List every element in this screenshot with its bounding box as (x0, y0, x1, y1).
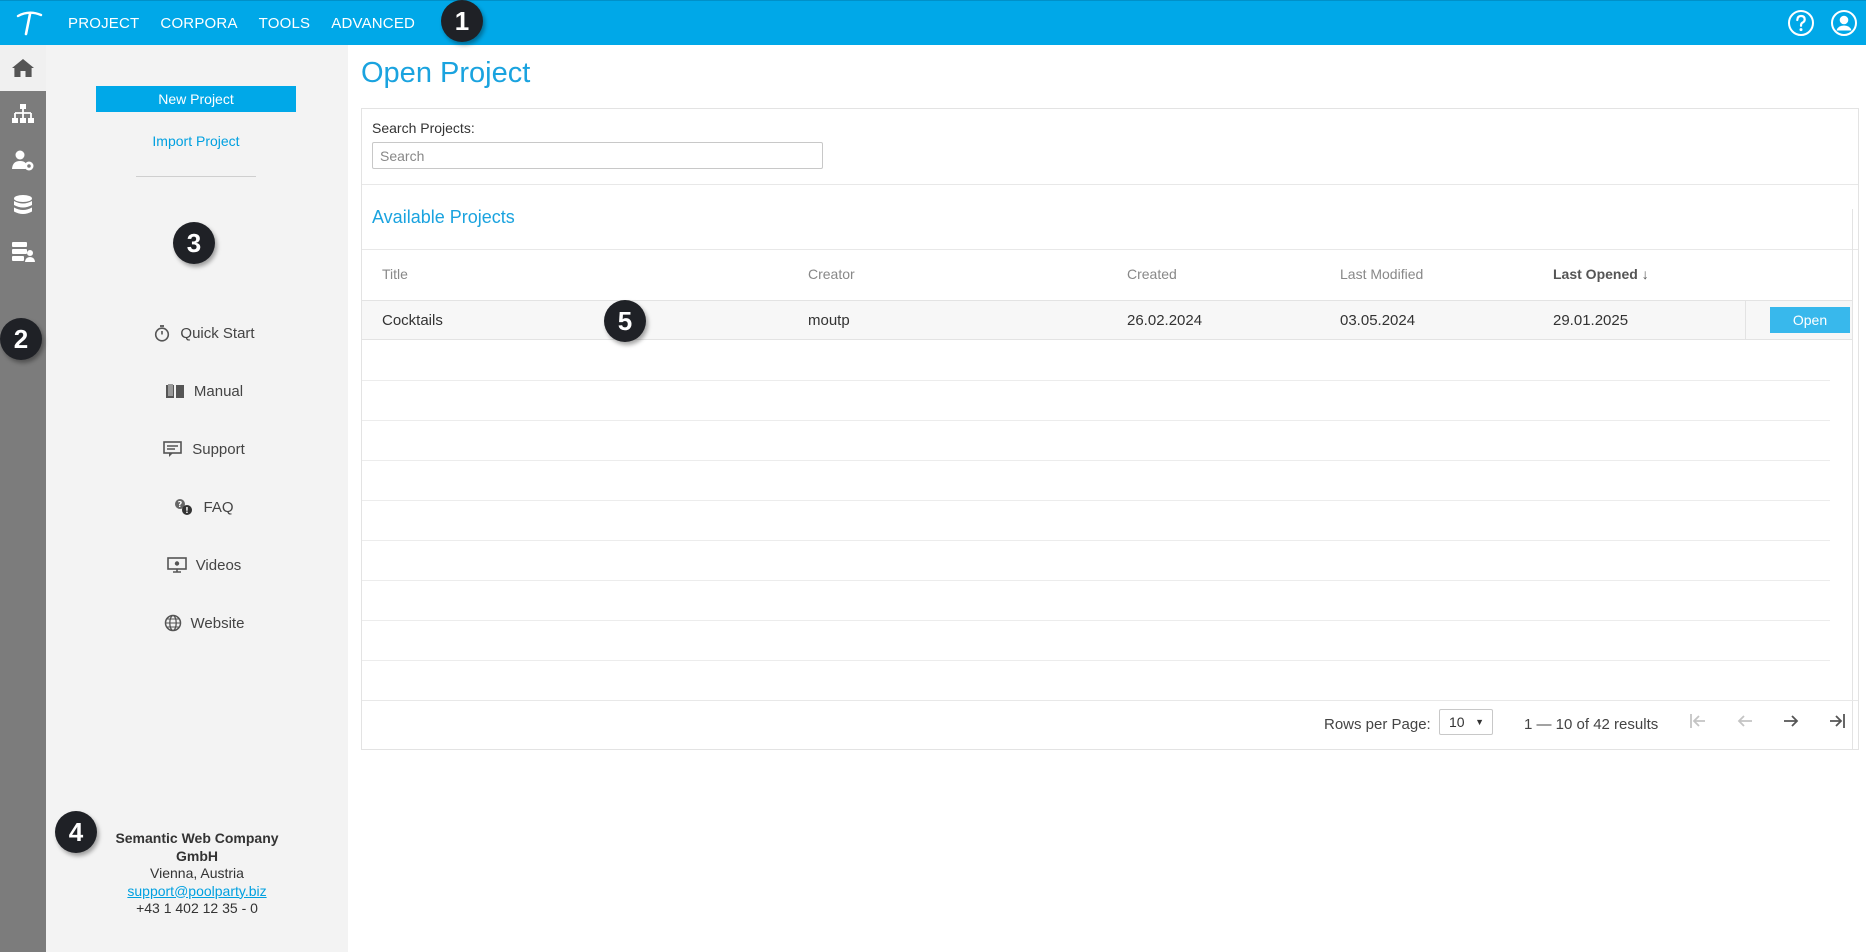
help-label: Support (192, 440, 245, 458)
help-label: Videos (195, 556, 242, 574)
divider (362, 620, 1830, 621)
help-label: Quick Start (180, 324, 255, 342)
rail-database[interactable] (0, 183, 46, 229)
help-quick-start[interactable]: Quick Start (46, 318, 348, 348)
cell-title: Cocktails (382, 312, 443, 329)
projects-card: Search Projects: Available Projects Titl… (361, 108, 1859, 750)
logo-icon[interactable] (14, 7, 44, 37)
help-label: Manual (193, 382, 244, 400)
monitor-icon (166, 557, 187, 573)
sort-arrow-icon: ↓ (1641, 266, 1649, 282)
company-phone: +43 1 402 12 35 - 0 (136, 900, 258, 916)
cell-last-modified: 03.05.2024 (1340, 312, 1416, 329)
table-row[interactable]: Cocktails moutp 26.02.2024 03.05.2024 29… (362, 300, 1852, 340)
divider (362, 660, 1830, 661)
divider (362, 380, 1830, 381)
cell-created: 26.02.2024 (1127, 312, 1203, 329)
menu-project[interactable]: PROJECT (68, 15, 139, 32)
callout-badge: 5 (604, 300, 646, 342)
divider (362, 500, 1830, 501)
divider (136, 176, 256, 177)
rail-server-user[interactable] (0, 229, 46, 275)
divider (362, 420, 1830, 421)
menu-advanced[interactable]: ADVANCED (331, 15, 415, 32)
company-city: Vienna, Austria (150, 865, 244, 881)
first-page-icon[interactable] (1687, 710, 1709, 732)
help-icon[interactable] (1787, 9, 1815, 37)
divider (362, 580, 1830, 581)
callout-badge: 4 (55, 811, 97, 853)
stopwatch-icon (155, 325, 170, 342)
help-faq[interactable]: ? ! FAQ (46, 492, 348, 522)
next-page-icon[interactable] (1780, 710, 1802, 732)
side-panel: New Project Import Project Quick Start M… (46, 45, 348, 952)
svg-text:?: ? (178, 500, 183, 509)
book-icon (165, 384, 184, 398)
divider (1745, 301, 1746, 339)
rail-home[interactable] (0, 45, 46, 91)
svg-text:!: ! (186, 506, 190, 515)
open-button[interactable]: Open (1770, 307, 1850, 333)
column-header-label: Last Opened (1553, 266, 1638, 282)
hierarchy-icon (12, 104, 34, 123)
rows-per-page-label: Rows per Page: (1324, 716, 1431, 733)
pagination-range: 1 — 10 of 42 results (1524, 716, 1659, 733)
menu-corpora[interactable]: CORPORA (160, 15, 237, 32)
rail-hierarchy[interactable] (0, 91, 46, 137)
left-rail (0, 45, 46, 952)
database-icon (14, 195, 32, 214)
user-settings-icon (12, 150, 34, 171)
rail-user-settings[interactable] (0, 137, 46, 183)
support-icon (163, 441, 183, 457)
caret-down-icon: ▼ (1475, 717, 1484, 727)
user-icon[interactable] (1830, 9, 1858, 37)
page-title: Open Project (361, 57, 531, 89)
last-page-icon[interactable] (1826, 710, 1848, 732)
callout-badge: 1 (441, 0, 483, 42)
divider (362, 700, 1858, 701)
divider (362, 460, 1830, 461)
help-label: Website (190, 614, 245, 632)
cell-creator: moutp (808, 312, 850, 329)
callout-badge: 2 (0, 318, 42, 360)
column-header-title[interactable]: Title (382, 266, 408, 282)
search-label: Search Projects: (372, 120, 475, 136)
cell-last-opened: 29.01.2025 (1553, 312, 1629, 329)
callout-badge: 3 (173, 222, 215, 264)
new-project-button[interactable]: New Project (96, 86, 296, 112)
support-email-link[interactable]: support@poolparty.biz (127, 883, 266, 899)
help-videos[interactable]: Videos (46, 550, 348, 580)
section-title: Available Projects (372, 207, 515, 227)
help-support[interactable]: Support (46, 434, 348, 464)
divider (362, 184, 1858, 185)
search-input[interactable] (372, 142, 823, 169)
column-header-last-modified[interactable]: Last Modified (1340, 266, 1423, 282)
previous-page-icon[interactable] (1734, 710, 1756, 732)
column-header-created[interactable]: Created (1127, 266, 1177, 282)
top-menu: PROJECT CORPORA TOOLS ADVANCED (68, 1, 436, 45)
column-header-last-opened[interactable]: Last Opened ↓ (1553, 266, 1649, 282)
globe-icon (164, 614, 181, 632)
help-label: FAQ (203, 498, 234, 516)
divider (362, 249, 1858, 250)
top-bar: PROJECT CORPORA TOOLS ADVANCED (0, 0, 1866, 45)
rows-per-page-select[interactable]: 10 ▼ (1439, 709, 1493, 735)
table-border (1852, 209, 1853, 749)
divider (362, 540, 1830, 541)
rows-per-page-value: 10 (1449, 714, 1465, 730)
company-name: Semantic Web Company GmbH (115, 830, 279, 864)
help-manual[interactable]: Manual (46, 376, 348, 406)
menu-tools[interactable]: TOOLS (259, 15, 311, 32)
server-user-icon (12, 242, 35, 262)
column-header-creator[interactable]: Creator (808, 266, 855, 282)
import-project-link[interactable]: Import Project (96, 133, 296, 149)
home-icon (12, 59, 34, 77)
faq-icon: ? ! (175, 499, 193, 515)
help-website[interactable]: Website (46, 608, 348, 638)
